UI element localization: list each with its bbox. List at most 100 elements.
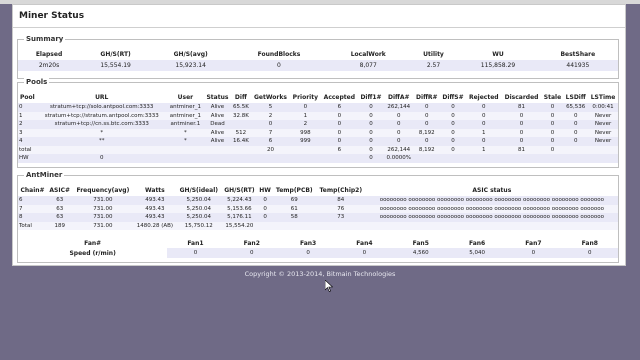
chain-cell: 731.00 (72, 204, 134, 213)
pool-cell: Never (588, 128, 618, 137)
fan-header: Fan4 (356, 239, 373, 247)
summary-header: GH/S(RT) (100, 50, 131, 58)
pool-cell (501, 154, 542, 163)
pool-cell: 0 (383, 120, 414, 129)
antminer-header: Temp(Chip2) (319, 186, 363, 194)
pool-cell: 0 (413, 111, 440, 120)
pools-header: Priority (292, 93, 319, 101)
pool-cell: * (36, 128, 167, 137)
summary-cell: 0 (230, 60, 328, 71)
pool-cell: 81 (501, 103, 542, 112)
pool-cell: HW (18, 154, 37, 163)
antminer-header: Chain# (20, 186, 45, 194)
pool-cell: 65,536 (563, 103, 589, 112)
pool-cell: Alive (204, 111, 231, 120)
pool-cell: ** (36, 137, 167, 146)
chain-cell: 5,250.04 (176, 204, 222, 213)
chain-row: 6 63 731.00 493.43 5,250.04 5,224.43 0 69 84 oooo… (18, 196, 618, 205)
pools-body: 0 stratum+tcp://solo.antpool.com:3333 antm… (18, 103, 618, 163)
chain-cell: 0 (257, 196, 273, 205)
pool-cell: 3 (18, 128, 37, 137)
pool-row: 1 stratum+tcp://stratum.antpool.com:3333 a… (18, 111, 618, 120)
chain-cell: Total (18, 221, 48, 230)
pool-cell: 5 (250, 103, 291, 112)
fan-speed-cell: 0 (167, 248, 224, 258)
pool-cell: Alive (204, 128, 231, 137)
pool-cell (320, 154, 359, 163)
summary-header: FoundBlocks (257, 50, 301, 58)
pool-cell: 0 (440, 120, 467, 129)
pool-row: total 20 6 0 262,144 8,192 0 1 81 0 (18, 145, 618, 154)
fan-header: Fan# (84, 239, 102, 247)
summary-header: WU (492, 50, 504, 58)
pools-header: Pool (20, 93, 35, 101)
pool-cell: 0 (383, 137, 414, 146)
pool-cell: 4 (18, 137, 37, 146)
chain-cell: 58 (272, 213, 316, 222)
pool-cell: 0 (290, 103, 321, 112)
pool-cell: 0 (358, 137, 384, 146)
pool-cell: 0 (320, 120, 359, 129)
chain-cell: 5,153.66 (221, 204, 258, 213)
pools-header: DiffS# (442, 93, 464, 101)
asic-status-cell: oooooooo oooooooo oooooooo oooooooo oooo… (365, 196, 618, 205)
chain-cell (315, 221, 366, 230)
pools-legend: Pools (24, 78, 50, 86)
summary-section: Summary Elapsed GH/S(RT) GH/S(avg) Found… (17, 35, 619, 79)
pools-section: Pools Pool URL User Status Diff GetWorks Prior… (17, 78, 619, 168)
chain-cell (257, 221, 273, 230)
pool-cell (413, 154, 440, 163)
pool-cell: 0 (541, 103, 564, 112)
summary-cell: 2m20s (18, 60, 81, 71)
pool-cell: 32.8K (230, 111, 251, 120)
pool-cell (290, 154, 321, 163)
pools-header: DiffA# (387, 93, 410, 101)
fan-speed-cell: 0 (561, 248, 618, 258)
pool-cell: 0 (383, 111, 414, 120)
miner-status-panel: Miner Status Summary Elapsed GH/S(RT) GH… (12, 4, 626, 266)
pool-cell: 0 (383, 128, 414, 137)
pool-cell (166, 145, 205, 154)
pool-cell (230, 145, 251, 154)
page-title: Miner Status (13, 5, 625, 28)
pool-cell: 0 (413, 103, 440, 112)
pool-cell: 0 (18, 103, 37, 112)
pool-cell: stratum+tcp://solo.antpool.com:3333 (36, 103, 167, 112)
pool-cell (290, 145, 321, 154)
chain-cell: 76 (315, 204, 366, 213)
pool-cell: antminer_1 (166, 111, 205, 120)
chain-cell: 5,250.04 (176, 213, 222, 222)
pool-cell (36, 145, 167, 154)
pools-header-row: Pool URL User Status Diff GetWorks Priority Acc… (18, 91, 618, 103)
pool-cell: 0 (440, 111, 467, 120)
summary-legend: Summary (24, 35, 66, 43)
pool-cell: Dead (204, 120, 231, 129)
pool-cell (563, 154, 589, 163)
fan-header: Fan2 (243, 239, 260, 247)
pool-cell: 0 (36, 154, 167, 163)
pool-cell: 0 (320, 128, 359, 137)
antminer-header: GH/S(RT) (224, 186, 255, 194)
asic-status-cell: oooooooo oooooooo oooooooo oooooooo oooo… (365, 204, 618, 213)
pool-row: 3 * * Alive 512 7 998 0 0 0 8,192 0 1 0 0 0 Never (18, 128, 618, 137)
pool-cell: 0 (563, 111, 589, 120)
chain-cell: 15,750.12 (176, 221, 222, 230)
antminer-header: HW (259, 186, 271, 194)
pools-header: Discarded (504, 93, 539, 101)
pool-cell: 1 (466, 128, 502, 137)
chain-cell: 63 (47, 196, 73, 205)
pools-header: Stale (543, 93, 562, 101)
pool-cell (588, 154, 618, 163)
chain-cell: 1480.28 (AB) (133, 221, 177, 230)
pool-cell: 0 (541, 120, 564, 129)
pool-cell: 0 (320, 111, 359, 120)
pool-cell: 8,192 (413, 145, 440, 154)
pools-header: LSDiff (565, 93, 586, 101)
pool-cell: 0 (501, 137, 542, 146)
fan-header-row: Fan# Fan1 Fan2 Fan3 Fan4 Fan5 Fan6 Fan7 Fan8 (18, 238, 618, 248)
pools-header: URL (95, 93, 109, 101)
summary-value-row: 2m20s 15,554.19 15,923.14 0 8,077 2.57 1… (18, 60, 618, 71)
pool-cell (440, 154, 467, 163)
pool-cell: 0 (358, 128, 384, 137)
pool-cell: Alive (204, 103, 231, 112)
